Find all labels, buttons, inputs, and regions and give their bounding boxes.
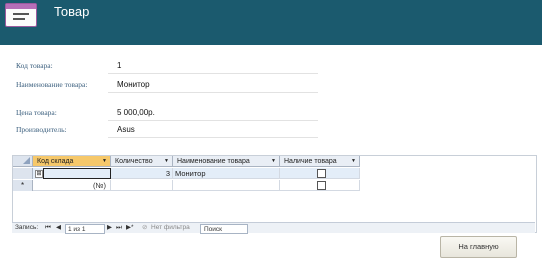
previous-record-icon[interactable]: ◀ xyxy=(56,223,61,233)
home-button[interactable]: На главную xyxy=(440,236,517,258)
no-filter-label[interactable]: Нет фильтра xyxy=(151,223,190,233)
record-navigation-bar: Запись: ⏮ ◀ 1 из 1 ▶ ⏭ ▶* ⊘ Нет фильтра … xyxy=(12,222,535,234)
code-label: Код товара: xyxy=(16,61,53,70)
name-field[interactable]: Монитор xyxy=(117,80,150,89)
new-row-marker: * xyxy=(13,180,33,191)
code-field[interactable]: 1 xyxy=(117,61,121,70)
maker-label: Производитель: xyxy=(16,125,67,134)
table-row-new[interactable]: * (№) xyxy=(13,180,360,191)
chevron-down-icon[interactable]: ▼ xyxy=(351,156,356,167)
cell-in-stock[interactable] xyxy=(280,180,360,191)
cell-product-name[interactable]: Монитор xyxy=(173,168,280,179)
column-header-in-stock[interactable]: Наличие товара ▼ xyxy=(280,156,360,167)
chevron-down-icon[interactable]: ▼ xyxy=(164,156,169,167)
record-position-input[interactable]: 1 из 1 xyxy=(65,224,105,234)
form-icon xyxy=(5,3,37,27)
column-header-warehouse-code[interactable]: Код склада ▼ xyxy=(33,156,111,167)
column-header-quantity[interactable]: Количество ▼ xyxy=(111,156,173,167)
last-record-icon[interactable]: ⏭ xyxy=(116,223,122,233)
table-row[interactable]: ⊞ 3 Монитор xyxy=(13,168,360,179)
select-all-corner[interactable] xyxy=(13,156,33,167)
first-record-icon[interactable]: ⏮ xyxy=(45,223,51,233)
cell-warehouse-code[interactable]: (№) xyxy=(33,180,111,191)
maker-field[interactable]: Asus xyxy=(117,125,135,134)
new-record-icon[interactable]: ▶* xyxy=(126,223,134,233)
chevron-down-icon[interactable]: ▼ xyxy=(102,156,107,167)
records-label: Запись: xyxy=(15,224,39,231)
chevron-down-icon[interactable]: ▼ xyxy=(271,156,276,167)
form-title: Товар xyxy=(54,4,90,19)
column-header-product-name[interactable]: Наименование товара ▼ xyxy=(173,156,280,167)
next-record-icon[interactable]: ▶ xyxy=(107,223,112,233)
in-stock-checkbox[interactable] xyxy=(317,169,326,178)
expand-row-icon[interactable]: ⊞ xyxy=(35,170,43,178)
form-header: Товар xyxy=(0,0,542,45)
cell-warehouse-code[interactable] xyxy=(43,168,111,179)
cell-product-name[interactable] xyxy=(173,180,280,191)
filter-icon: ⊘ xyxy=(142,224,148,231)
search-input[interactable]: Поиск xyxy=(200,224,248,234)
row-selector[interactable] xyxy=(13,168,33,179)
in-stock-checkbox[interactable] xyxy=(317,181,326,190)
name-label: Наименование товара: xyxy=(16,80,88,89)
cell-in-stock[interactable] xyxy=(280,168,360,179)
price-field[interactable]: 5 000,00р. xyxy=(117,108,155,117)
price-label: Цена товара: xyxy=(16,108,57,117)
cell-quantity[interactable]: 3 xyxy=(111,168,173,179)
cell-quantity[interactable] xyxy=(111,180,173,191)
